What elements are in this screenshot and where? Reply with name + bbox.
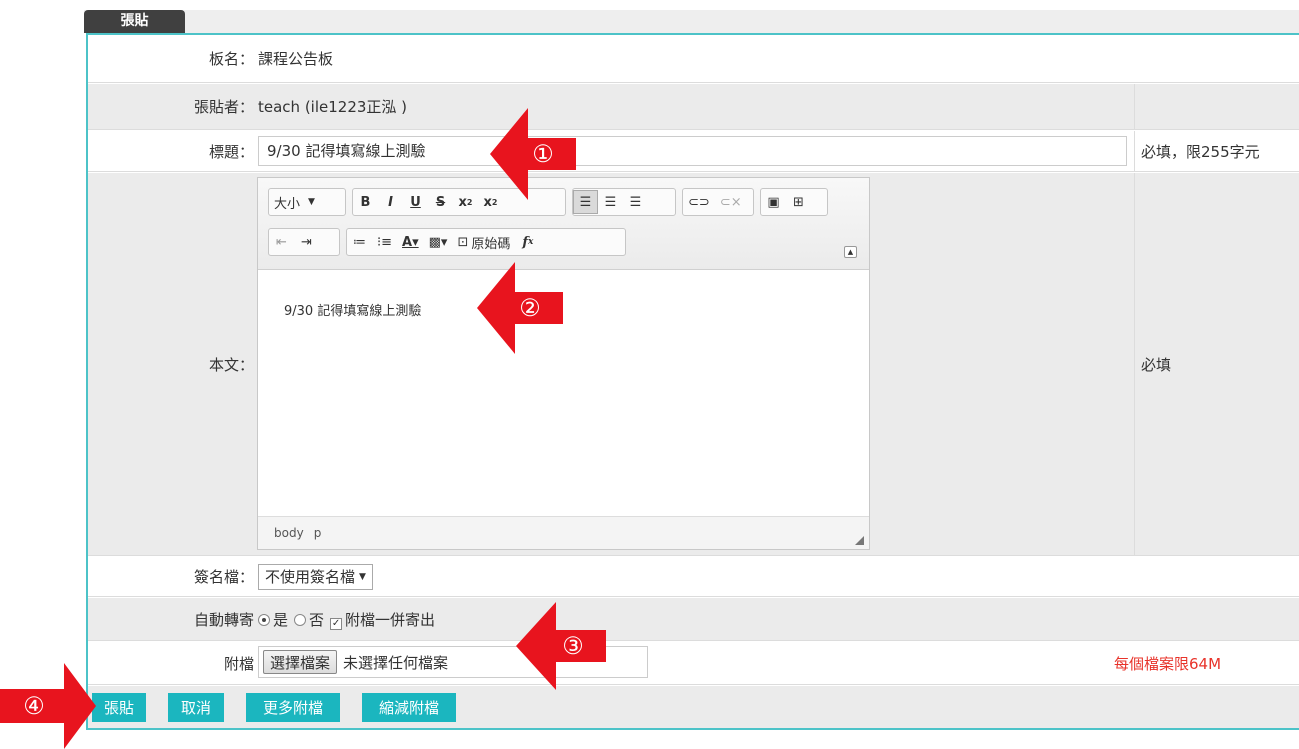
marker-4: ④ <box>4 690 64 722</box>
tab-post[interactable]: 張貼 <box>84 10 185 33</box>
marker-1: ① <box>516 138 570 170</box>
marker-2: ② <box>503 292 557 324</box>
form-frame <box>86 33 1299 730</box>
tab-strip: 張貼 <box>84 10 1299 33</box>
marker-3: ③ <box>544 630 602 662</box>
